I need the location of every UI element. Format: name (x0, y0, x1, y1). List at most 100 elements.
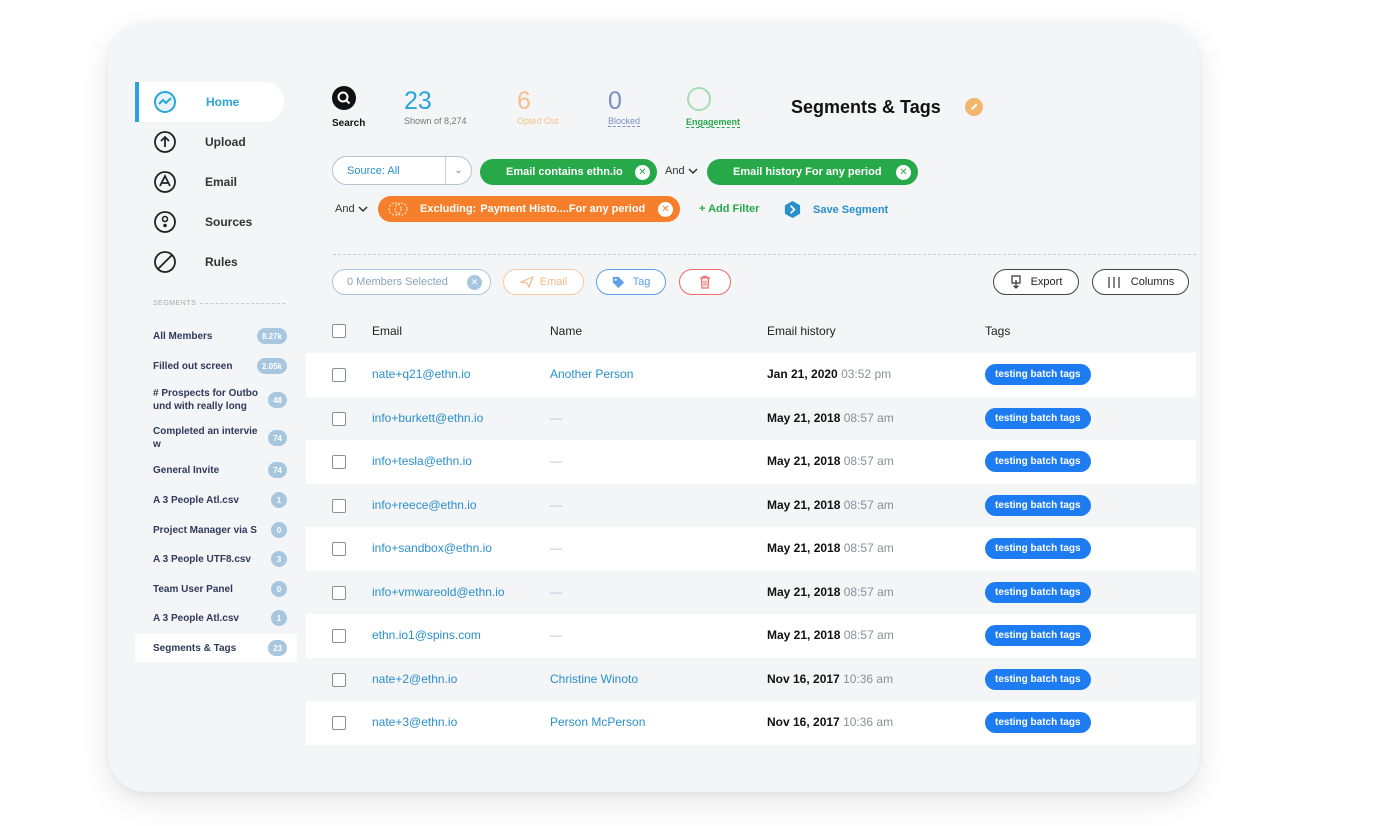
row-checkbox[interactable] (332, 368, 346, 382)
nav-email[interactable]: Email (135, 162, 285, 202)
pencil-icon (971, 103, 978, 110)
table-row[interactable]: info+tesla@ethn.io — May 21, 2018 08:57 … (306, 440, 1196, 484)
name-link[interactable]: Another Person (550, 367, 633, 381)
source-select[interactable]: Source: All ⌄ (332, 156, 472, 185)
segment-item[interactable]: # Prospects for Outbo und with really lo… (135, 387, 297, 413)
and-operator[interactable]: And (335, 203, 368, 215)
tag-chip[interactable]: testing batch tags (985, 581, 1091, 603)
email-link[interactable]: nate+q21@ethn.io (372, 367, 471, 381)
email-action-button[interactable]: Email (503, 269, 584, 295)
tag-chip[interactable]: testing batch tags (985, 538, 1091, 559)
nav-upload[interactable]: Upload (135, 122, 285, 162)
select-all-checkbox[interactable] (332, 324, 346, 338)
save-segment-icon (784, 200, 801, 219)
search-button[interactable]: Search (332, 86, 365, 129)
email-link[interactable]: info+tesla@ethn.io (372, 454, 472, 468)
add-filter-button[interactable]: + Add Filter (699, 203, 759, 215)
save-segment-button[interactable]: Save Segment (783, 200, 888, 219)
row-checkbox[interactable] (332, 455, 346, 469)
stat-shown[interactable]: 23 Shown of 8,274 (404, 88, 467, 126)
segment-item[interactable]: A 3 People Atl.csv 1 (135, 609, 297, 627)
row-checkbox[interactable] (332, 629, 346, 643)
segment-item-active[interactable]: Segments & Tags 23 (135, 634, 297, 662)
segment-count-badge: 48 (268, 392, 287, 408)
email-history-cell: May 21, 2018 08:57 am (767, 454, 894, 468)
tag-chip[interactable]: testing batch tags (985, 494, 1091, 516)
column-header-email[interactable]: Email (372, 324, 402, 338)
tag-action-button[interactable]: Tag (596, 269, 666, 295)
close-icon[interactable]: ✕ (635, 164, 650, 180)
email-link[interactable]: ethn.io1@spins.com (372, 628, 481, 642)
table-row[interactable]: ethn.io1@spins.com — May 21, 2018 08:57 … (306, 614, 1196, 658)
row-checkbox[interactable] (332, 716, 346, 730)
segment-item[interactable]: General Invite 74 (135, 461, 297, 479)
segments-heading: SEGMENTS (153, 300, 285, 307)
segment-item[interactable]: All Members 8.27k (135, 327, 297, 345)
nav-email-label: Email (205, 175, 238, 189)
delete-button[interactable] (679, 269, 731, 295)
email-link[interactable]: info+burkett@ethn.io (372, 411, 483, 425)
nav-rules[interactable]: Rules (135, 242, 285, 282)
email-history-cell: May 21, 2018 08:57 am (767, 628, 894, 642)
nav-sources[interactable]: Sources (135, 202, 285, 242)
close-icon[interactable]: ✕ (896, 164, 911, 180)
chevron-down-icon (688, 168, 698, 175)
segment-count-badge: 74 (268, 462, 287, 478)
table-row[interactable]: info+vmwareold@ethn.io — May 21, 2018 08… (306, 571, 1196, 615)
segment-item[interactable]: Filled out screen 2.05k (135, 357, 297, 375)
table-row[interactable]: info+burkett@ethn.io — May 21, 2018 08:5… (306, 397, 1196, 441)
name-link[interactable]: Christine Winoto (550, 672, 638, 686)
column-header-email-history[interactable]: Email history (767, 324, 836, 338)
table-header: Email Name Email history Tags (306, 312, 1196, 350)
row-checkbox[interactable] (332, 672, 346, 687)
email-link[interactable]: info+sandbox@ethn.io (372, 541, 492, 555)
tag-chip[interactable]: testing batch tags (985, 668, 1091, 690)
close-icon[interactable]: ✕ (658, 201, 673, 217)
nav-home[interactable]: Home (135, 82, 284, 122)
email-history-cell: Nov 16, 2017 10:36 am (767, 715, 894, 729)
filter-pill-email-history[interactable]: Email history For any period ✕ (707, 159, 918, 185)
columns-icon (1108, 276, 1120, 288)
email-link[interactable]: info+reece@ethn.io (372, 498, 477, 512)
email-link[interactable]: nate+3@ethn.io (372, 715, 457, 729)
segment-item[interactable]: A 3 People UTF8.csv 3 (135, 550, 297, 568)
name-link[interactable]: Person McPerson (550, 715, 645, 729)
columns-button[interactable]: Columns (1092, 269, 1189, 295)
segment-item[interactable]: Project Manager via S 0 (135, 521, 297, 539)
tag-chip[interactable]: testing batch tags (985, 407, 1091, 429)
email-link[interactable]: nate+2@ethn.io (372, 672, 457, 686)
stat-blocked[interactable]: 0 Blocked (608, 88, 641, 127)
table-row[interactable]: info+reece@ethn.io — May 21, 2018 08:57 … (306, 484, 1196, 528)
exclude-circles-icon (388, 202, 408, 216)
and-operator[interactable]: And (665, 165, 698, 177)
column-header-name[interactable]: Name (550, 324, 582, 338)
row-checkbox[interactable] (332, 498, 346, 513)
table-row[interactable]: nate+q21@ethn.io Another Person Jan 21, … (306, 353, 1196, 397)
segment-item[interactable]: Completed an intervie w 74 (135, 425, 297, 451)
table-row[interactable]: nate+3@ethn.io Person McPerson Nov 16, 2… (306, 701, 1196, 745)
segment-item[interactable]: Team User Panel 0 (135, 580, 297, 598)
email-icon (154, 171, 176, 193)
edit-title-button[interactable] (965, 98, 983, 116)
segment-count-badge: 74 (268, 430, 287, 446)
filter-pill-email-contains[interactable]: Email contains ethn.io ✕ (480, 159, 657, 185)
segment-item[interactable]: A 3 People Atl.csv 1 (135, 491, 297, 509)
row-checkbox[interactable] (332, 411, 346, 426)
email-link[interactable]: info+vmwareold@ethn.io (372, 585, 505, 599)
tag-chip[interactable]: testing batch tags (985, 712, 1091, 733)
table-row[interactable]: nate+2@ethn.io Christine Winoto Nov 16, … (306, 658, 1196, 702)
clear-selection-icon[interactable]: ✕ (467, 274, 482, 290)
segment-count-badge: 2.05k (256, 358, 287, 374)
column-header-tags[interactable]: Tags (985, 324, 1010, 338)
row-checkbox[interactable] (332, 542, 346, 556)
stat-engagement[interactable]: Engagement (686, 86, 741, 128)
tag-chip[interactable]: testing batch tags (985, 625, 1091, 646)
filter-pill-excluding[interactable]: Excluding: Payment Histo....For any peri… (378, 196, 680, 222)
members-selected-chip[interactable]: 0 Members Selected ✕ (332, 269, 491, 295)
tag-chip[interactable]: testing batch tags (985, 451, 1091, 472)
table-row[interactable]: info+sandbox@ethn.io — May 21, 2018 08:5… (306, 527, 1196, 571)
stat-opted-out[interactable]: 6 Opted Out (517, 88, 559, 126)
tag-chip[interactable]: testing batch tags (985, 364, 1091, 385)
row-checkbox[interactable] (332, 585, 346, 600)
export-button[interactable]: Export (993, 269, 1079, 295)
